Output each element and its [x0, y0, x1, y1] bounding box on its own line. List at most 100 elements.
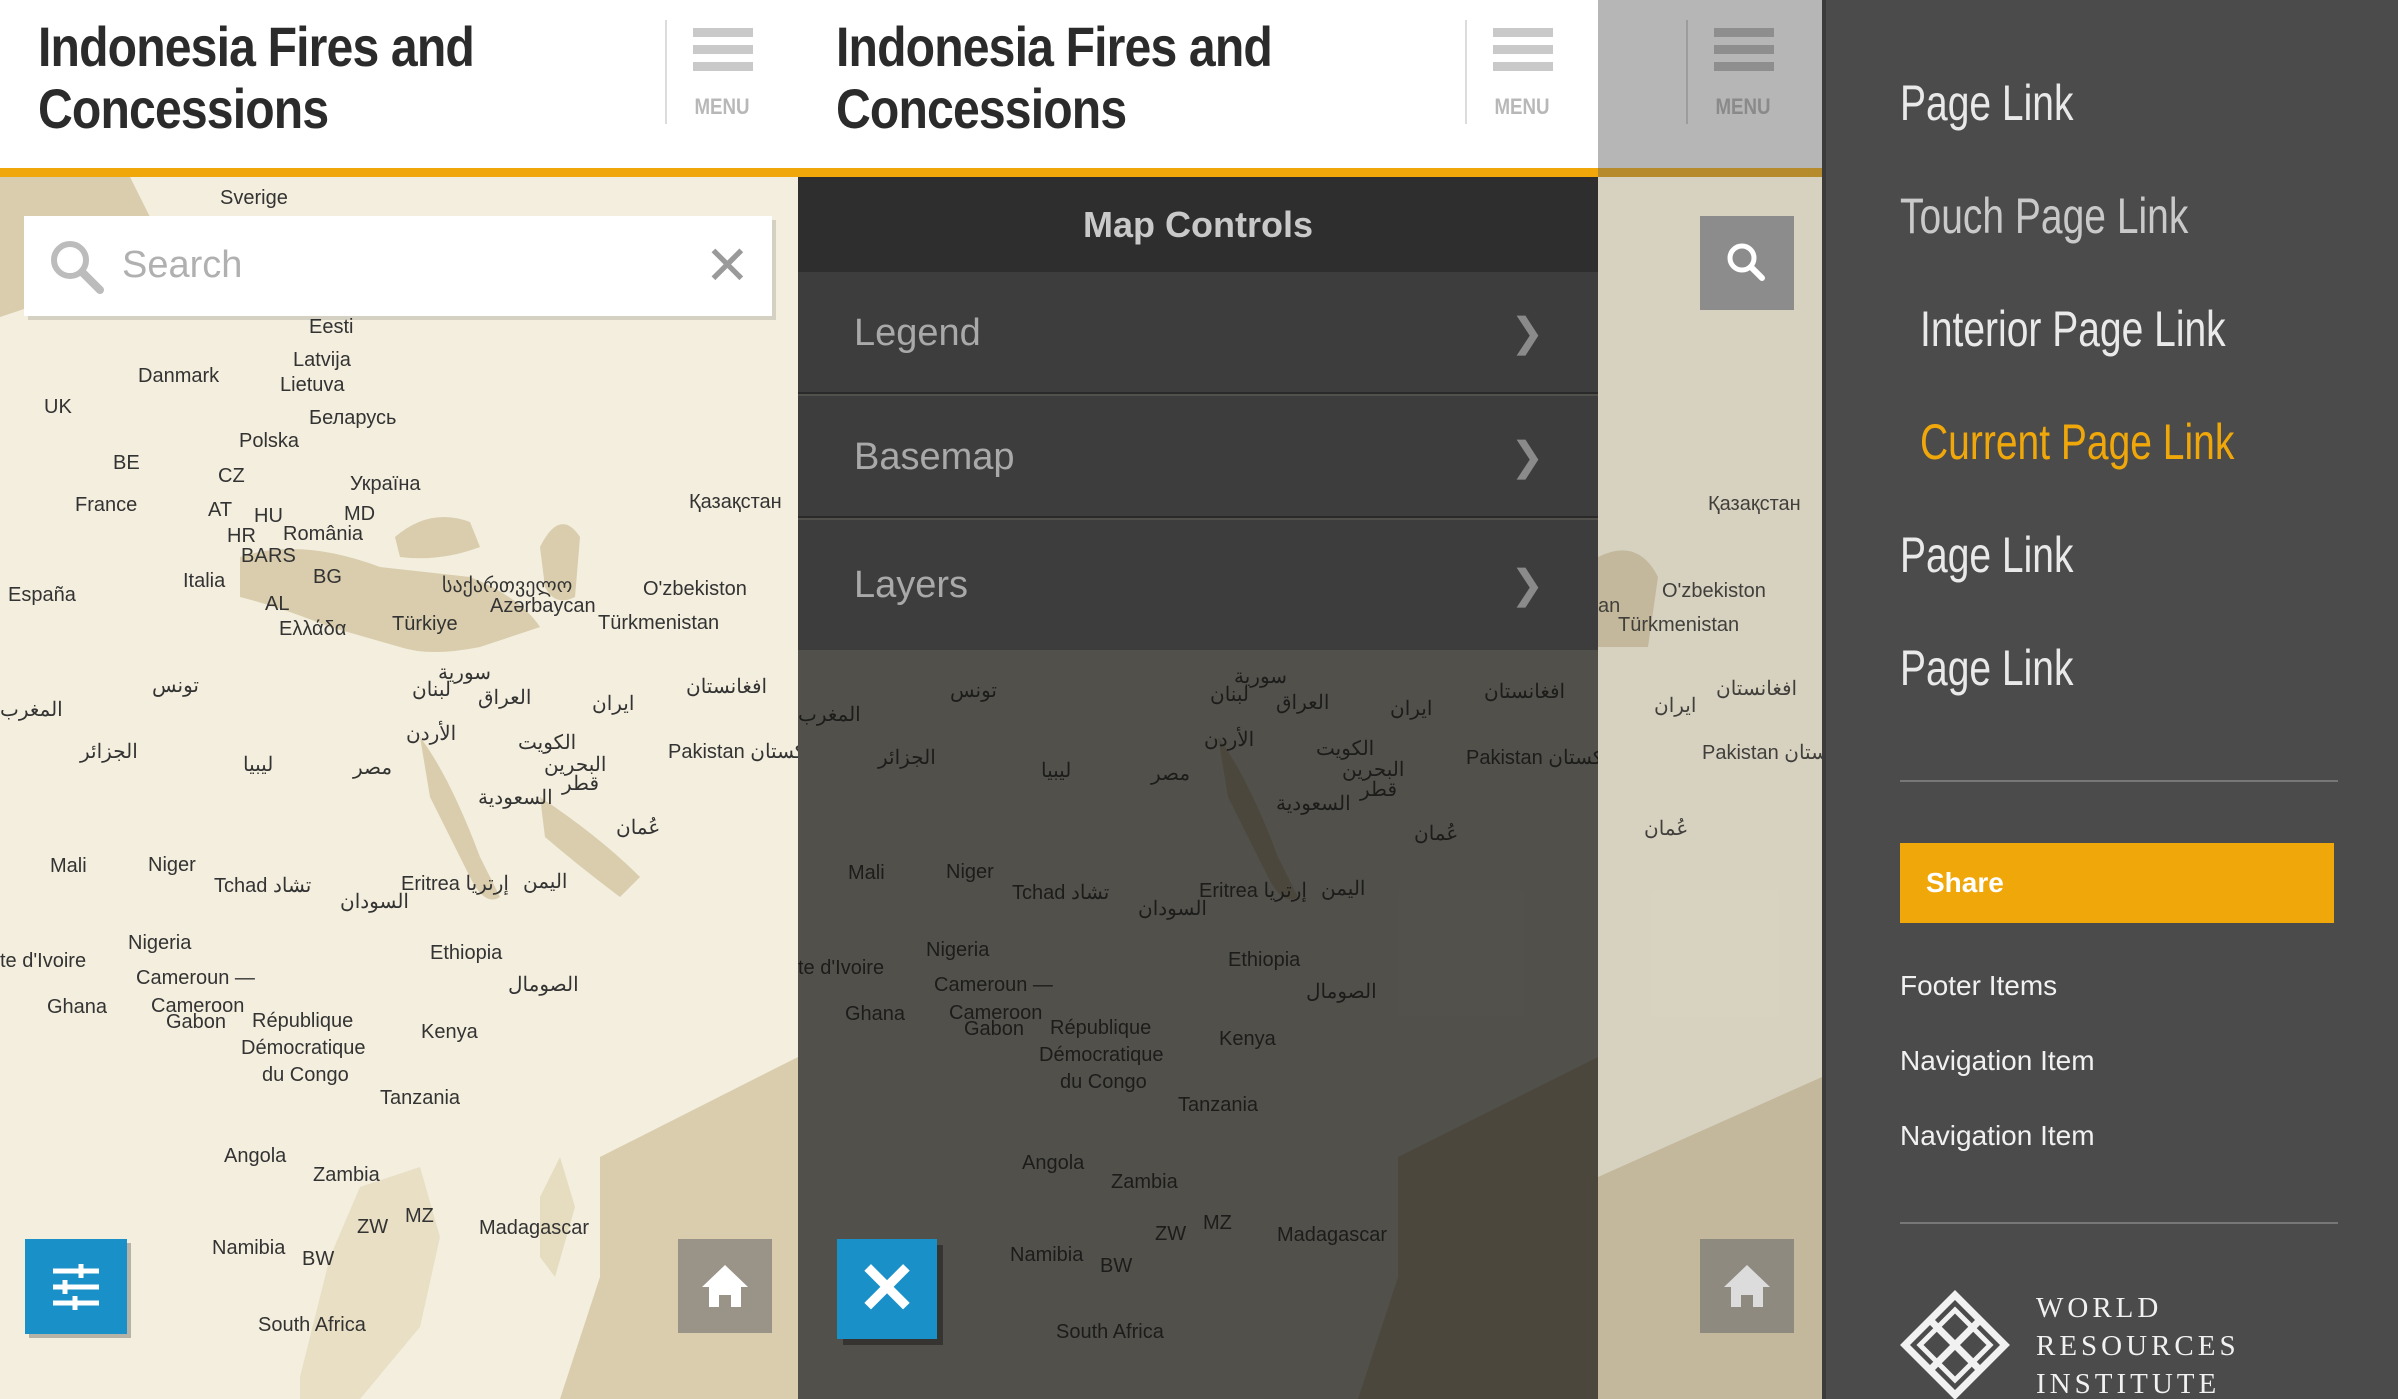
map-label: Қазақстан: [689, 491, 782, 513]
search-icon: [51, 241, 104, 294]
brand-line-3: INSTITUTE: [2036, 1368, 2221, 1399]
layers-label: Layers: [854, 564, 969, 606]
home-icon: [1724, 1265, 1770, 1307]
footer-item-3[interactable]: Navigation Item: [1900, 1120, 2095, 1152]
map-label: Tchad تشاد: [214, 875, 312, 897]
brand-line-1: WORLD: [2036, 1292, 2163, 1324]
map-label: Angola: [224, 1145, 287, 1167]
map-label: لبنان: [412, 679, 451, 701]
map-label: AT: [208, 499, 233, 521]
sliders-icon: [53, 1264, 99, 1310]
close-controls-button[interactable]: ✕: [837, 1239, 937, 1339]
map-label: Zambia: [313, 1164, 380, 1186]
map-label: Démocratique: [241, 1037, 366, 1059]
home-button[interactable]: [1700, 1239, 1794, 1333]
app-header: Indonesia Fires and Concessions MENU: [798, 0, 1598, 177]
search-button[interactable]: [1700, 216, 1794, 310]
hamburger-icon: [1493, 28, 1553, 79]
map-controls-item-legend[interactable]: Legend ❯: [798, 272, 1598, 394]
search-input[interactable]: Search: [122, 244, 242, 287]
map-controls-title: Map Controls: [798, 177, 1598, 272]
map-label: Niger: [148, 854, 196, 876]
chevron-right-icon: ❯: [1510, 311, 1544, 355]
nav-link-page-3[interactable]: Page Link: [1900, 639, 2073, 697]
nav-link-interior[interactable]: Interior Page Link: [1920, 300, 2226, 358]
nav-link-current[interactable]: Current Page Link: [1920, 413, 2234, 471]
map-label: Ελλάδα: [279, 618, 347, 640]
menu-label: MENU: [1494, 94, 1550, 119]
nav-link-page-2[interactable]: Page Link: [1900, 526, 2073, 584]
map-controls-button[interactable]: [25, 1239, 127, 1334]
menu-button[interactable]: MENU: [1465, 20, 1577, 124]
brand-line-2: RESOURCES: [2036, 1330, 2240, 1362]
map-label: Lietuva: [280, 374, 345, 396]
map-view-pushed-panel: Қазақстан O'zbekiston Türkmenistan an ای…: [1598, 0, 1822, 1399]
map-label: España: [8, 584, 76, 606]
legend-label: Legend: [854, 312, 981, 354]
footer-item-1[interactable]: Footer Items: [1900, 970, 2057, 1002]
search-icon: [1727, 243, 1765, 281]
map-label: BA: [241, 545, 268, 567]
menu-label: MENU: [694, 94, 750, 119]
app-title-line2: Concessions: [836, 77, 1127, 140]
map-label: قطر: [562, 773, 600, 795]
map-label: du Congo: [262, 1064, 349, 1086]
home-button[interactable]: [678, 1239, 772, 1333]
map-label: BE: [113, 452, 140, 474]
footer-item-2[interactable]: Navigation Item: [1900, 1045, 2095, 1077]
map-label: Türkiye: [392, 613, 458, 635]
map-shade: [1598, 177, 1822, 1399]
map-label: MZ: [405, 1205, 434, 1227]
map-label: الصومال: [508, 974, 579, 996]
map-label: السودان: [340, 891, 409, 913]
menu-button[interactable]: MENU: [665, 20, 777, 124]
map-label: افغانستان: [686, 676, 768, 698]
nav-divider: [1900, 780, 2338, 782]
nav-link-touch[interactable]: Touch Page Link: [1900, 187, 2188, 245]
map-label: مصر: [353, 757, 393, 779]
map-label: Türkmenistan: [598, 612, 720, 634]
home-icon: [702, 1265, 748, 1307]
map-controls-item-basemap[interactable]: Basemap ❯: [798, 396, 1598, 518]
map-label: اليمن: [523, 871, 568, 893]
nav-link-page-1[interactable]: Page Link: [1900, 74, 2073, 132]
map-label: Nigeria: [128, 932, 192, 954]
map-controls-view-panel: سورية لبنان العراق ایران افغانستان الأرد…: [798, 0, 1598, 1399]
map-label: عُمان: [616, 817, 661, 839]
map-label: Italia: [183, 570, 226, 592]
clear-search-icon[interactable]: ✕: [705, 234, 750, 297]
map-controls-item-layers[interactable]: Layers ❯: [798, 520, 1598, 650]
map-label: O'zbekiston: [643, 578, 747, 600]
share-button[interactable]: Share: [1900, 843, 2334, 923]
map-label: Latvija: [293, 349, 351, 371]
map-label: UK: [44, 396, 72, 418]
map-label: South Africa: [258, 1314, 366, 1336]
map-label: ZW: [357, 1216, 389, 1238]
map-label: العراق: [478, 687, 532, 709]
hamburger-icon: [693, 28, 753, 79]
map-label: Madagascar: [479, 1217, 590, 1239]
map-label: Tanzania: [380, 1087, 461, 1109]
search-bar[interactable]: Search ✕: [24, 216, 772, 316]
map-label: ليبيا: [243, 754, 274, 776]
app-header-dimmed: MENU: [1598, 0, 1822, 177]
map-label: RS: [268, 545, 296, 567]
map-label: تونس: [152, 675, 199, 697]
app-title-line1: Indonesia Fires and: [836, 15, 1273, 78]
map-label: Ghana: [47, 996, 108, 1018]
map-label: România: [283, 523, 364, 545]
menu-label: MENU: [1715, 94, 1771, 119]
map-label: Namibia: [212, 1237, 286, 1259]
map-canvas[interactable]: Sverige Eesti Latvija Lietuva Danmark UK…: [0, 177, 798, 1399]
map-label: Sverige: [220, 187, 288, 209]
hamburger-icon: [1714, 28, 1774, 79]
map-label: HU: [254, 505, 283, 527]
map-label: France: [75, 494, 138, 516]
map-label: CZ: [218, 465, 245, 487]
map-label: BW: [302, 1248, 335, 1270]
map-label: Беларусь: [309, 407, 397, 429]
menu-button[interactable]: MENU: [1686, 20, 1798, 124]
basemap-label: Basemap: [854, 436, 1015, 478]
map-label: Україна: [350, 473, 421, 495]
map-view-panel: Sverige Eesti Latvija Lietuva Danmark UK…: [0, 0, 798, 1399]
